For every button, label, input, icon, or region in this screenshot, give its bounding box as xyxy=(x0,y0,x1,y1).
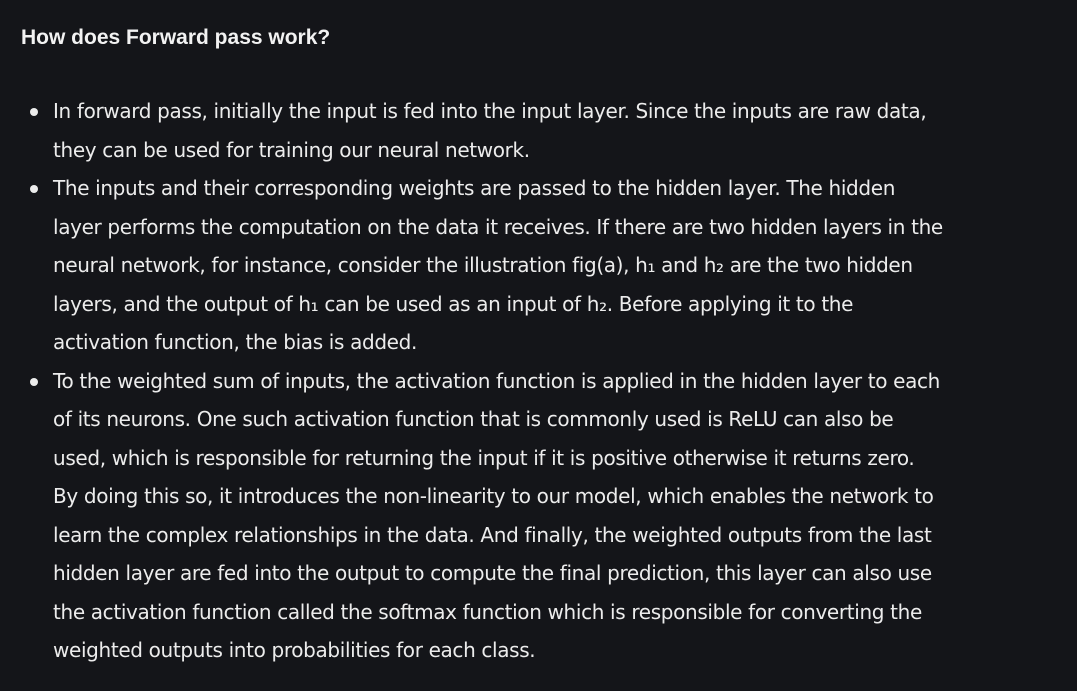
text-line: used, which is responsible for returning… xyxy=(53,445,915,470)
text-line: weighted outputs into probabilities for … xyxy=(53,638,536,662)
text-line: of its neurons. One such activation func… xyxy=(53,407,894,431)
text-line: hidden layer are fed into the output to … xyxy=(53,561,932,585)
bullet-icon xyxy=(30,185,38,193)
text-line: In forward pass, initially the input is … xyxy=(53,99,927,123)
section-heading: How does Forward pass work? xyxy=(21,26,331,49)
bullet-icon xyxy=(30,108,38,116)
bullet-list: In forward pass, initially the input is … xyxy=(0,92,943,670)
list-item: The inputs and their corresponding weigh… xyxy=(0,169,943,362)
text-line: activation function, the bias is added. xyxy=(53,330,417,354)
bullet-icon xyxy=(30,377,38,386)
text-line: layers, and the output of h₁ can be used… xyxy=(53,291,854,316)
list-item: To the weighted sum of inputs, the activ… xyxy=(0,362,943,670)
text-line: they can be used for training our neural… xyxy=(53,137,530,162)
text-line: neural network, for instance, consider t… xyxy=(53,253,913,277)
text-line: the activation function called the softm… xyxy=(53,599,922,624)
text-line: The inputs and their corresponding weigh… xyxy=(53,176,896,200)
text-line: By doing this so, it introduces the non-… xyxy=(53,484,934,508)
list-item: In forward pass, initially the input is … xyxy=(0,92,943,169)
text-line: layer performs the computation on the da… xyxy=(53,214,943,239)
text-line: To the weighted sum of inputs, the activ… xyxy=(53,368,941,393)
text-line: learn the complex relationships in the d… xyxy=(53,522,932,547)
